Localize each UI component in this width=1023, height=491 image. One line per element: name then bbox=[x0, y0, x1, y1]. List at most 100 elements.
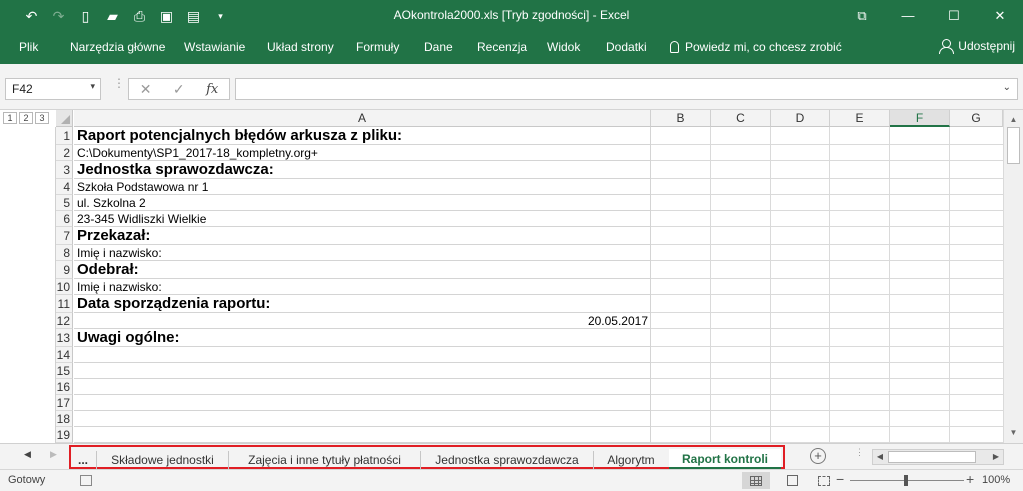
cell-a[interactable]: C:\Dokumenty\SP1_2017-18_kompletny.org+ bbox=[74, 145, 651, 161]
sheet-tab-skladowe[interactable]: Składowe jednostki bbox=[96, 451, 228, 469]
column-header-a[interactable]: A bbox=[74, 110, 651, 127]
row-header[interactable]: 13 bbox=[56, 329, 73, 347]
tab-page-layout[interactable]: Układ strony bbox=[267, 40, 334, 54]
zoom-slider-thumb[interactable] bbox=[904, 475, 908, 486]
outline-level-1[interactable]: 1 bbox=[3, 112, 17, 124]
normal-view-button[interactable] bbox=[742, 472, 770, 489]
vertical-scrollbar[interactable]: ▲ ▼ bbox=[1003, 110, 1023, 443]
page-break-view-button[interactable] bbox=[810, 472, 838, 489]
cell-a[interactable] bbox=[74, 395, 651, 411]
sheet-tab-zajecia[interactable]: Zajęcia i inne tytuły płatności bbox=[228, 451, 420, 469]
expand-formula-icon[interactable]: ⌄ bbox=[1003, 82, 1011, 93]
worksheet-grid[interactable]: 1 2 3 A B C D E F G 1 Raport potencjalnyc… bbox=[0, 110, 1023, 443]
scroll-thumb[interactable] bbox=[1007, 127, 1020, 164]
outline-level-3[interactable]: 3 bbox=[35, 112, 49, 124]
resize-handle[interactable]: ⋮ bbox=[113, 77, 125, 89]
row-header[interactable]: 11 bbox=[56, 295, 73, 313]
sheet-tab-jednostka[interactable]: Jednostka sprawozdawcza bbox=[420, 451, 593, 469]
cell-a[interactable] bbox=[74, 427, 651, 443]
column-header-f[interactable]: F bbox=[890, 110, 950, 127]
cell-a[interactable] bbox=[74, 411, 651, 427]
cell-a[interactable]: Przekazał: bbox=[74, 227, 651, 245]
cell-a[interactable] bbox=[74, 363, 651, 379]
cell-a[interactable]: Uwagi ogólne: bbox=[74, 329, 651, 347]
zoom-in-icon[interactable]: + bbox=[966, 471, 974, 487]
sheet-tab-algorytm[interactable]: Algorytm bbox=[593, 451, 668, 469]
row-header[interactable]: 8 bbox=[56, 245, 73, 261]
row-header[interactable]: 9 bbox=[56, 261, 73, 279]
row-header[interactable]: 16 bbox=[56, 379, 73, 395]
insert-function-button[interactable]: fx bbox=[206, 82, 218, 97]
tab-view[interactable]: Widok bbox=[547, 40, 580, 54]
row-header[interactable]: 3 bbox=[56, 161, 73, 179]
cell-a[interactable]: 20.05.2017 bbox=[74, 313, 651, 329]
close-icon[interactable]: ✕ bbox=[977, 0, 1023, 31]
row-header[interactable]: 1 bbox=[56, 127, 73, 145]
minimize-icon[interactable]: — bbox=[885, 0, 931, 31]
row-header[interactable]: 19 bbox=[56, 427, 73, 443]
tab-file[interactable]: Plik bbox=[19, 40, 38, 54]
cell-a[interactable]: Odebrał: bbox=[74, 261, 651, 279]
name-box[interactable]: F42 ▾ bbox=[5, 78, 101, 100]
row-header[interactable]: 10 bbox=[56, 279, 73, 295]
tab-home[interactable]: Narzędzia główne bbox=[70, 40, 165, 54]
row-header[interactable]: 17 bbox=[56, 395, 73, 411]
maximize-icon[interactable]: ☐ bbox=[931, 0, 977, 31]
tab-split-handle[interactable]: ⋮ bbox=[855, 448, 864, 457]
tell-me-box[interactable]: Powiedz mi, co chcesz zrobić bbox=[670, 40, 842, 54]
row-header[interactable]: 18 bbox=[56, 411, 73, 427]
cell-a[interactable]: ul. Szkolna 2 bbox=[74, 195, 651, 211]
cell-a[interactable]: Szkoła Podstawowa nr 1 bbox=[74, 179, 651, 195]
gridline bbox=[710, 127, 711, 443]
cell-a[interactable] bbox=[74, 347, 651, 363]
column-header-c[interactable]: C bbox=[711, 110, 771, 127]
add-sheet-icon[interactable]: + bbox=[810, 448, 826, 464]
scroll-left-icon[interactable]: ◀ bbox=[873, 450, 887, 464]
cell-a[interactable]: Imię i nazwisko: bbox=[74, 279, 651, 295]
sheet-tab-raport[interactable]: Raport kontroli bbox=[669, 449, 781, 469]
hscroll-thumb[interactable] bbox=[888, 451, 976, 463]
outline-level-2[interactable]: 2 bbox=[19, 112, 33, 124]
column-header-e[interactable]: E bbox=[830, 110, 890, 127]
scroll-down-icon[interactable]: ▼ bbox=[1004, 425, 1023, 441]
scroll-right-icon[interactable]: ▶ bbox=[989, 450, 1003, 464]
macro-record-icon[interactable] bbox=[80, 475, 92, 486]
cancel-icon[interactable]: ✕ bbox=[140, 81, 152, 98]
horizontal-scrollbar[interactable]: ◀ ▶ bbox=[872, 449, 1004, 465]
cell-a[interactable]: Imię i nazwisko: bbox=[74, 245, 651, 261]
zoom-level[interactable]: 100% bbox=[982, 474, 1010, 486]
row-header[interactable]: 7 bbox=[56, 227, 73, 245]
scroll-up-icon[interactable]: ▲ bbox=[1004, 112, 1023, 128]
enter-icon[interactable]: ✓ bbox=[173, 81, 185, 98]
row-header[interactable]: 6 bbox=[56, 211, 73, 227]
tab-formulas[interactable]: Formuły bbox=[356, 40, 399, 54]
more-sheets-button[interactable]: ... bbox=[73, 451, 93, 469]
tab-addins[interactable]: Dodatki bbox=[606, 40, 647, 54]
cell-a[interactable] bbox=[74, 379, 651, 395]
tab-insert[interactable]: Wstawianie bbox=[184, 40, 245, 54]
tab-scroll-right-icon[interactable]: ▶ bbox=[50, 449, 57, 460]
row-header[interactable]: 14 bbox=[56, 347, 73, 363]
select-all-button[interactable] bbox=[56, 110, 73, 127]
row-header[interactable]: 15 bbox=[56, 363, 73, 379]
column-header-d[interactable]: D bbox=[771, 110, 830, 127]
formula-input[interactable]: ⌄ bbox=[235, 78, 1018, 100]
share-button[interactable]: Udostępnij bbox=[939, 39, 1015, 54]
ribbon-display-icon[interactable]: ⧉ bbox=[839, 0, 885, 31]
cell-a[interactable]: Data sporządzenia raportu: bbox=[74, 295, 651, 313]
row-header[interactable]: 12 bbox=[56, 313, 73, 329]
zoom-out-icon[interactable]: − bbox=[836, 471, 844, 487]
row-header[interactable]: 2 bbox=[56, 145, 73, 161]
tab-review[interactable]: Recenzja bbox=[477, 40, 527, 54]
chevron-down-icon[interactable]: ▾ bbox=[90, 81, 95, 92]
cell-a[interactable]: 23-345 Widliszki Wielkie bbox=[74, 211, 651, 227]
tab-scroll-left-icon[interactable]: ◀ bbox=[24, 449, 31, 460]
cell-a[interactable]: Raport potencjalnych błędów arkusza z pl… bbox=[74, 127, 651, 145]
column-header-b[interactable]: B bbox=[651, 110, 711, 127]
tab-data[interactable]: Dane bbox=[424, 40, 453, 54]
row-header[interactable]: 4 bbox=[56, 179, 73, 195]
row-header[interactable]: 5 bbox=[56, 195, 73, 211]
page-layout-view-button[interactable] bbox=[778, 472, 806, 489]
cell-a[interactable]: Jednostka sprawozdawcza: bbox=[74, 161, 651, 179]
column-header-g[interactable]: G bbox=[950, 110, 1003, 127]
